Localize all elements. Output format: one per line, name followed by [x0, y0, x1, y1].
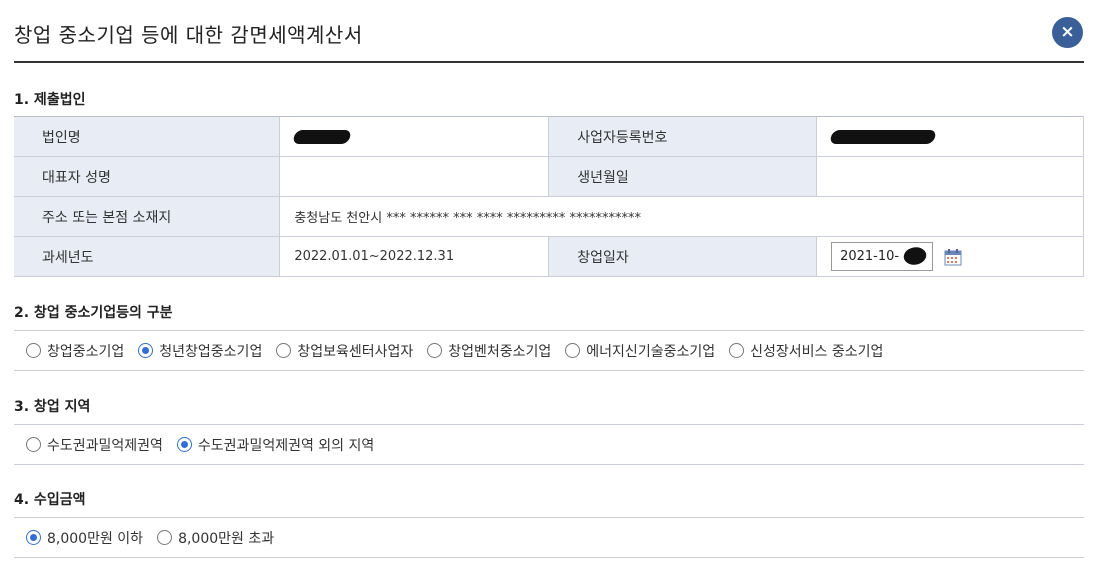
- radio-checked-icon[interactable]: [26, 530, 41, 545]
- founding-date-label: 창업일자: [548, 236, 817, 277]
- representative-name-label: 대표자 성명: [14, 156, 280, 197]
- radio-option[interactable]: 에너지신기술중소기업: [565, 341, 715, 361]
- redaction-mark: [901, 243, 930, 270]
- radio-option-label[interactable]: 청년창업중소기업: [159, 341, 262, 361]
- radio-option-label[interactable]: 창업중소기업: [47, 341, 124, 361]
- radio-checked-icon[interactable]: [176, 437, 192, 452]
- dialog-header: 창업 중소기업 등에 대한 감면세액계산서: [14, 0, 1084, 63]
- radio-checked-icon[interactable]: [138, 343, 154, 358]
- radio-option-label[interactable]: 수도권과밀억제권역: [47, 435, 163, 455]
- founding-date-cell: 2021-10-: [816, 236, 1084, 277]
- tax-year-value: 2022.01.01~2022.12.31: [279, 236, 550, 277]
- section-title-company-type: 2. 창업 중소기업등의 구분: [14, 305, 173, 321]
- section-title-revenue: 4. 수입금액: [14, 492, 86, 508]
- founding-date-text: 2021-10-: [840, 249, 900, 264]
- radio-option[interactable]: 창업보육센터사업자: [276, 341, 413, 361]
- section-title-submitting-corp: 1. 제출법인: [14, 92, 86, 108]
- radio-option-label[interactable]: 창업보육센터사업자: [297, 341, 413, 361]
- close-icon[interactable]: ×: [1052, 17, 1083, 48]
- radio-option[interactable]: 창업벤처중소기업: [427, 341, 551, 361]
- table-row: 대표자 성명 생년월일: [14, 156, 1084, 197]
- table-row: 과세년도 2022.01.01~2022.12.31 창업일자 2021-10-: [14, 236, 1084, 277]
- radio-option-label[interactable]: 신성장서비스 중소기업: [750, 341, 883, 361]
- revenue-radio-group: 8,000만원 이하 8,000만원 초과: [14, 517, 1084, 558]
- redaction-mark: [292, 129, 353, 144]
- table-row: 주소 또는 본점 소재지 충청남도 천안시 *** ****** *** ***…: [14, 196, 1084, 237]
- business-reg-number-label: 사업자등록번호: [548, 116, 817, 157]
- radio-option[interactable]: 수도권과밀억제권역 외의 지역: [176, 435, 374, 455]
- representative-name-value: [279, 156, 550, 197]
- radio-unchecked-icon[interactable]: [565, 343, 581, 358]
- radio-unchecked-icon[interactable]: [427, 343, 443, 358]
- dialog-title: 창업 중소기업 등에 대한 감면세액계산서: [14, 23, 363, 47]
- birth-date-value: [816, 156, 1084, 197]
- radio-unchecked-icon[interactable]: [26, 343, 41, 358]
- radio-option[interactable]: 창업중소기업: [26, 341, 124, 361]
- founding-date-input[interactable]: 2021-10-: [831, 242, 934, 271]
- radio-option-label[interactable]: 수도권과밀억제권역 외의 지역: [198, 435, 374, 455]
- radio-unchecked-icon[interactable]: [26, 437, 41, 452]
- radio-option-label[interactable]: 창업벤처중소기업: [448, 341, 551, 361]
- business-reg-number-value: [816, 116, 1084, 157]
- section-title-region: 3. 창업 지역: [14, 399, 91, 415]
- tax-year-label: 과세년도: [14, 236, 280, 277]
- address-label: 주소 또는 본점 소재지: [14, 196, 280, 237]
- radio-unchecked-icon[interactable]: [276, 343, 292, 358]
- radio-option-label[interactable]: 8,000만원 이하: [47, 528, 143, 548]
- corp-name-label: 법인명: [14, 116, 280, 157]
- corp-info-table: 법인명 사업자등록번호 대표자 성명 생년월일 주소 또는 본점 소재지 충청남…: [14, 116, 1084, 277]
- calendar-icon[interactable]: [944, 248, 962, 266]
- redaction-mark: [829, 129, 937, 144]
- radio-option[interactable]: 8,000만원 초과: [157, 528, 274, 548]
- radio-option[interactable]: 청년창업중소기업: [138, 341, 262, 361]
- radio-unchecked-icon[interactable]: [157, 530, 173, 545]
- region-radio-group: 수도권과밀억제권역 수도권과밀억제권역 외의 지역: [14, 424, 1084, 465]
- radio-option-label[interactable]: 8,000만원 초과: [178, 528, 274, 548]
- table-row: 법인명 사업자등록번호: [14, 116, 1084, 157]
- radio-option[interactable]: 8,000만원 이하: [26, 528, 143, 548]
- radio-unchecked-icon[interactable]: [729, 343, 745, 358]
- radio-option[interactable]: 신성장서비스 중소기업: [729, 341, 883, 361]
- radio-option[interactable]: 수도권과밀억제권역: [26, 435, 163, 455]
- address-value: 충청남도 천안시 *** ****** *** **** ********* *…: [279, 196, 1084, 237]
- birth-date-label: 생년월일: [548, 156, 817, 197]
- company-type-radio-group: 창업중소기업 청년창업중소기업 창업보육센터사업자 창업벤처중소기업 에너지신기술중소기…: [14, 330, 1084, 371]
- radio-option-label[interactable]: 에너지신기술중소기업: [586, 341, 715, 361]
- corp-name-value: [279, 116, 550, 157]
